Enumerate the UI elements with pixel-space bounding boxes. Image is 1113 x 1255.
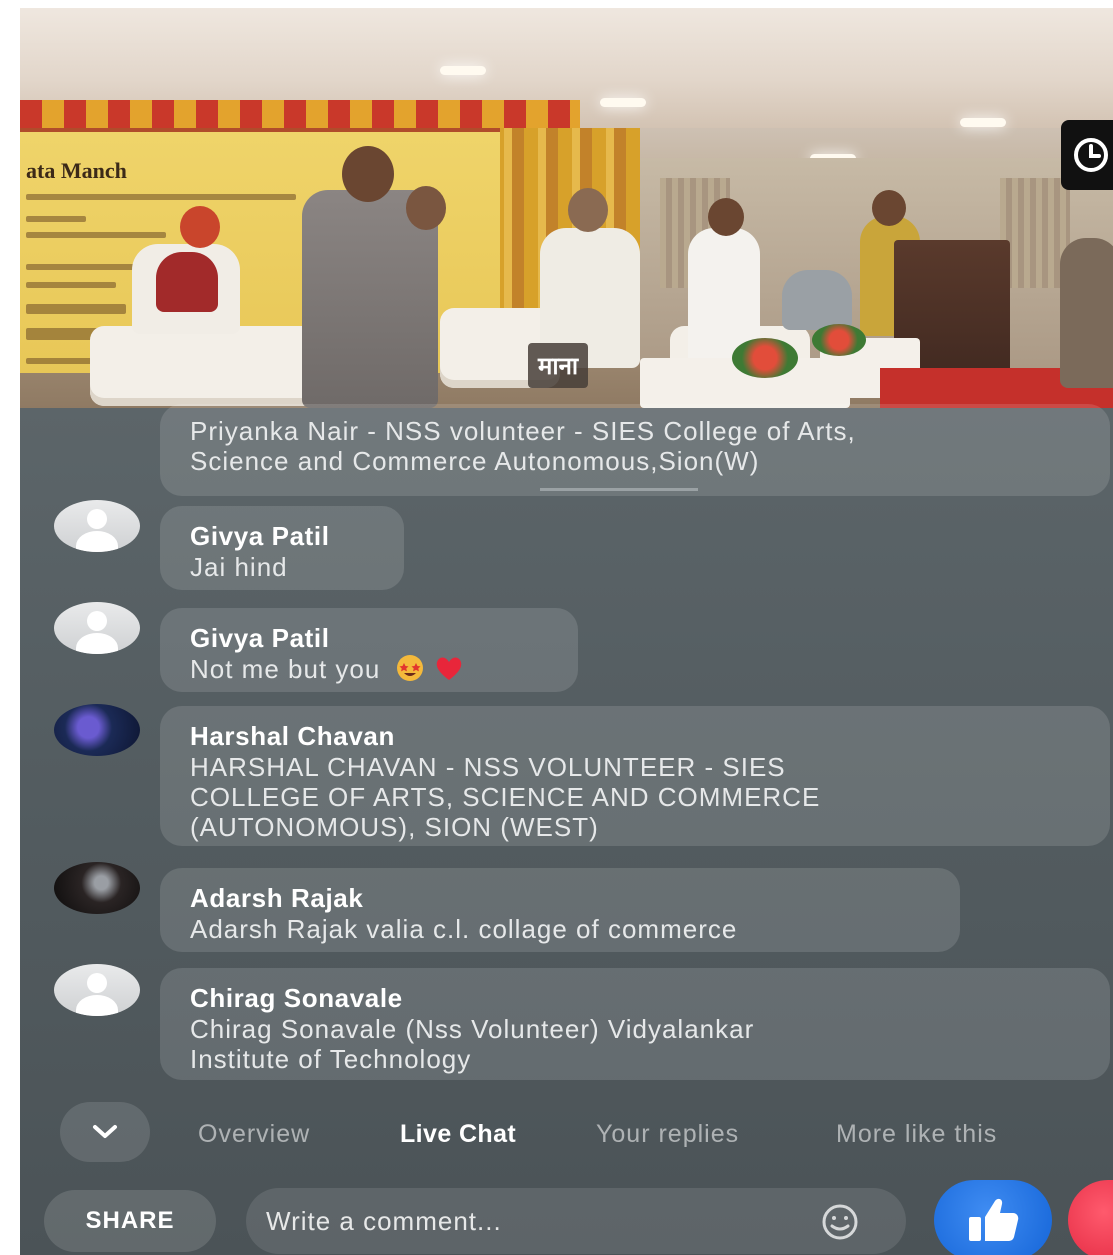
tab-your-replies[interactable]: Your replies [596,1120,739,1149]
comment-text: Jai hind [190,552,288,582]
comment-author[interactable]: Givya Patil [190,622,552,654]
banner-text-line [26,358,96,364]
comment-bubble[interactable]: Adarsh Rajak Adarsh Rajak valia c.l. col… [160,868,960,952]
tab-overview[interactable]: Overview [198,1120,310,1149]
banner-text-line [26,304,126,314]
comment-text: Science and Commerce Autonomous,Sion(W) [190,446,760,476]
tab-live-chat[interactable]: Live Chat [400,1120,516,1149]
default-avatar-icon[interactable] [54,602,140,654]
banner-text-line [26,232,166,238]
banner-text-line [26,194,296,200]
comment-text: (AUTONOMOUS), SION (WEST) [190,812,599,842]
comment-bubble[interactable]: Harshal Chavan HARSHAL CHAVAN - NSS VOLU… [160,706,1110,846]
ceiling-light [600,98,646,107]
comment-text: Chirag Sonavale (Nss Volunteer) Vidyalan… [190,1014,755,1044]
head [406,186,446,230]
default-avatar-icon[interactable] [54,500,140,552]
scroll-divider [540,488,698,491]
comment-author[interactable]: Adarsh Rajak [190,882,934,914]
comment-text: Not me but you [190,654,381,684]
flower-bouquet [732,338,798,378]
live-video-screen: ata Manch माना Priyanka Nair - NSS volun… [20,8,1113,1255]
comment-text: HARSHAL CHAVAN - NSS VOLUNTEER - SIES [190,752,786,782]
ceiling-light [960,118,1006,127]
head [708,198,744,236]
watch-later-button[interactable] [1061,120,1113,190]
comment-text: Adarsh Rajak valia c.l. collage of comme… [190,914,738,944]
banner-text-line [26,282,116,288]
video-caption-tag: माना [528,343,589,388]
flower-bouquet [812,324,866,356]
banner-text-line [26,264,136,270]
comment-author[interactable]: Givya Patil [190,520,378,552]
user-avatar[interactable] [54,862,140,914]
chevron-down-icon [93,1125,117,1138]
comment-input[interactable] [266,1188,786,1254]
comment-text: Priyanka Nair - NSS volunteer - SIES Col… [190,416,856,446]
user-avatar[interactable] [54,704,140,756]
like-reaction-button[interactable] [934,1180,1052,1255]
comment-bubble[interactable]: Chirag Sonavale Chirag Sonavale (Nss Vol… [160,968,1110,1080]
comment-text: Institute of Technology [190,1044,472,1074]
banner-text-line [26,216,86,222]
comment-text: COLLEGE OF ARTS, SCIENCE AND COMMERCE [190,782,821,812]
collapse-chat-button[interactable] [60,1102,150,1162]
red-heart-emoji-icon [436,657,462,680]
ceiling-light [440,66,486,75]
comment-bubble[interactable]: Givya Patil Not me but you [160,608,578,692]
comment-box [246,1188,906,1254]
audience [782,270,852,330]
emoji-smile-icon[interactable] [820,1202,860,1242]
share-button[interactable]: SHARE [44,1190,216,1252]
comment-author[interactable]: Harshal Chavan [190,720,1084,752]
banner-title: ata Manch [26,158,127,183]
head [342,146,394,202]
clock-icon [1074,138,1108,172]
star-struck-emoji-icon [396,655,423,681]
comment-author[interactable]: Chirag Sonavale [190,982,1084,1014]
turban [180,206,220,248]
default-avatar-icon[interactable] [54,964,140,1016]
person-edge [1060,238,1113,388]
live-video-player[interactable]: ata Manch माना [20,8,1113,408]
comment-bubble[interactable]: Givya Patil Jai hind [160,506,404,590]
comment-text-row: Not me but you [190,654,552,684]
person-vest [156,252,218,312]
head [872,190,906,226]
tab-more-like-this[interactable]: More like this [836,1120,997,1149]
comment-bubble[interactable]: Priyanka Nair - NSS volunteer - SIES Col… [160,404,1110,496]
thumbs-up-icon [969,1198,1019,1241]
head [568,188,608,232]
